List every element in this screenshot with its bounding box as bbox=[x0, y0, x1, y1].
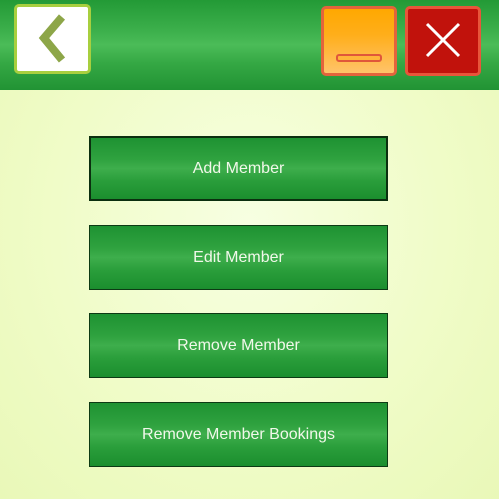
chevron-left-icon bbox=[38, 14, 66, 63]
minimize-button[interactable] bbox=[321, 6, 397, 76]
edit-member-button[interactable]: Edit Member bbox=[89, 225, 388, 290]
header-bar bbox=[0, 0, 499, 90]
close-icon bbox=[425, 22, 461, 58]
add-member-button[interactable]: Add Member bbox=[89, 136, 388, 201]
remove-member-bookings-button[interactable]: Remove Member Bookings bbox=[89, 402, 388, 467]
close-button[interactable] bbox=[405, 6, 481, 76]
back-button[interactable] bbox=[14, 4, 91, 74]
remove-member-button[interactable]: Remove Member bbox=[89, 313, 388, 378]
minimize-icon bbox=[336, 54, 382, 62]
